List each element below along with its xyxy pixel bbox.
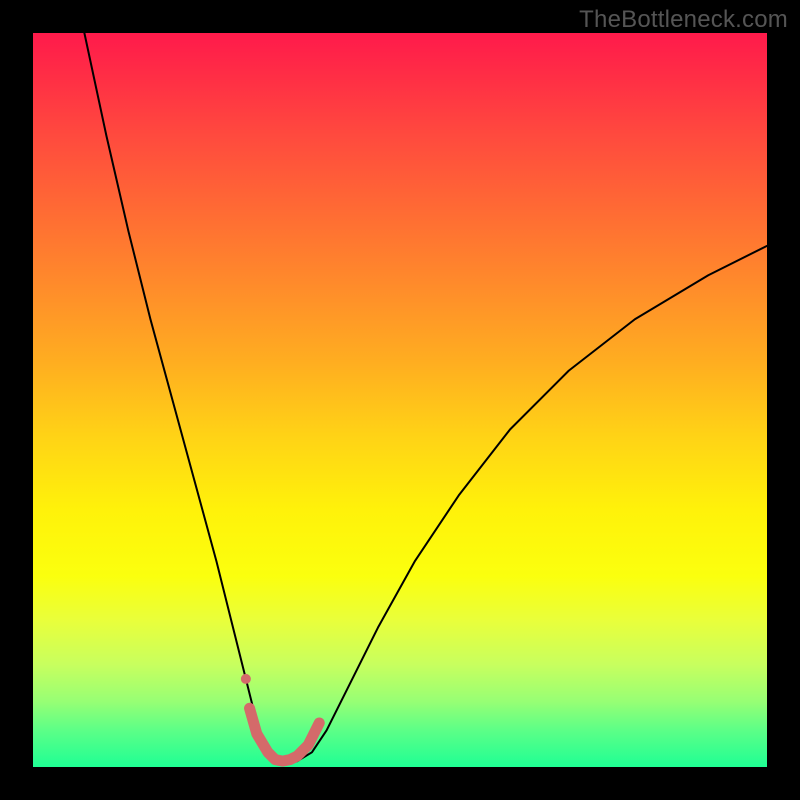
highlight-dot bbox=[241, 674, 251, 684]
chart-frame: TheBottleneck.com bbox=[0, 0, 800, 800]
bottleneck-curve bbox=[84, 33, 767, 763]
watermark-text: TheBottleneck.com bbox=[579, 6, 788, 34]
chart-svg bbox=[33, 33, 767, 767]
